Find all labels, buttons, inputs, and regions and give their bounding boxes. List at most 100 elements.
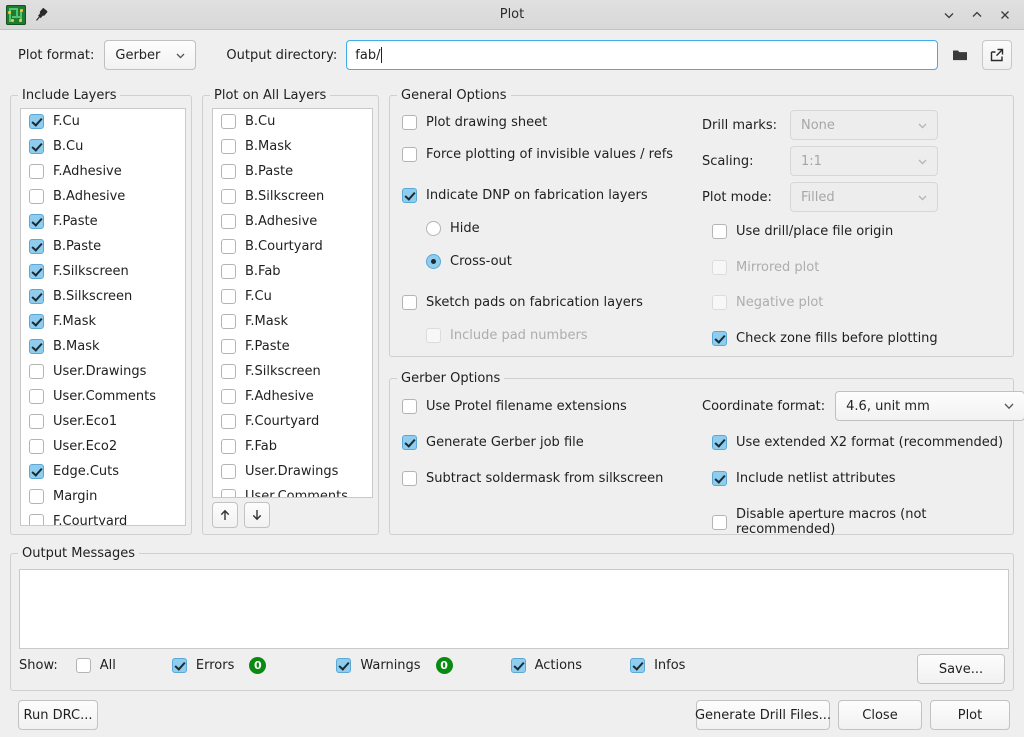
generate-drill-files-button[interactable]: Generate Drill Files... xyxy=(695,700,831,730)
include-layer-checkbox xyxy=(29,364,44,379)
message-filter-errors[interactable]: Errors 0 xyxy=(171,657,267,674)
plot-all-layer-item[interactable]: User.Drawings xyxy=(213,459,372,484)
coordinate-format-select[interactable]: 4.6, unit mm xyxy=(835,391,1024,421)
plot-format-select[interactable]: Gerber xyxy=(104,40,197,70)
include-layers-group: Include Layers F.Cu B.Cu F.Adhesive B.Adhes… xyxy=(10,88,192,535)
use-extended-x2-label: Use extended X2 format (recommended) xyxy=(736,435,1004,450)
save-messages-button[interactable]: Save... xyxy=(917,654,1005,684)
sketch-pads-label: Sketch pads on fabrication layers xyxy=(426,295,643,310)
plot-on-all-layers-group: Plot on All Layers B.Cu B.Mask B.Paste B.Si… xyxy=(202,88,379,535)
message-filter-actions[interactable]: Actions xyxy=(510,658,582,673)
include-layer-item[interactable]: F.Mask xyxy=(21,309,185,334)
plot-all-layer-item[interactable]: F.Paste xyxy=(213,334,372,359)
message-filter-infos[interactable]: Infos xyxy=(630,658,685,673)
include-layer-item[interactable]: Margin xyxy=(21,484,185,509)
plot-all-layer-item[interactable]: B.Adhesive xyxy=(213,209,372,234)
include-layer-item[interactable]: B.Cu xyxy=(21,134,185,159)
plot-all-layer-item[interactable]: F.Mask xyxy=(213,309,372,334)
dnp-crossout-label: Cross-out xyxy=(450,254,512,269)
coordinate-format-value: 4.6, unit mm xyxy=(846,398,930,414)
message-filter-warnings[interactable]: Warnings 0 xyxy=(336,657,453,674)
plot-drawing-sheet-checkbox[interactable]: Plot drawing sheet xyxy=(402,115,547,130)
minimize-button[interactable] xyxy=(936,4,962,26)
include-layer-item[interactable]: User.Eco2 xyxy=(21,434,185,459)
include-layer-item[interactable]: User.Comments xyxy=(21,384,185,409)
include-layer-item[interactable]: B.Paste xyxy=(21,234,185,259)
include-layer-item[interactable]: B.Adhesive xyxy=(21,184,185,209)
check-zone-fills-checkbox[interactable]: Check zone fills before plotting xyxy=(712,331,938,346)
include-layer-checkbox xyxy=(29,239,44,254)
include-layer-item[interactable]: B.Silkscreen xyxy=(21,284,185,309)
force-plotting-invisible-checkbox[interactable]: Force plotting of invisible values / ref… xyxy=(402,147,673,162)
include-layer-label: F.Adhesive xyxy=(53,164,122,179)
plot-all-layer-item[interactable]: B.Paste xyxy=(213,159,372,184)
include-layer-item[interactable]: User.Drawings xyxy=(21,359,185,384)
save-messages-label: Save... xyxy=(938,661,984,677)
message-filter-label: Infos xyxy=(654,658,686,673)
chevron-down-icon xyxy=(174,49,187,62)
plot-all-layer-checkbox xyxy=(221,114,236,129)
include-layers-list[interactable]: F.Cu B.Cu F.Adhesive B.Adhesive F.Paste B.Pas… xyxy=(20,108,186,526)
output-directory-input[interactable]: fab/ xyxy=(346,40,938,70)
plot-all-layer-item[interactable]: B.Cu xyxy=(213,109,372,134)
include-layer-item[interactable]: F.Silkscreen xyxy=(21,259,185,284)
include-netlist-attributes-checkbox[interactable]: Include netlist attributes xyxy=(712,471,896,486)
maximize-button[interactable] xyxy=(964,4,990,26)
indicate-dnp-checkbox[interactable]: Indicate DNP on fabrication layers xyxy=(402,188,648,203)
open-directory-button[interactable] xyxy=(982,40,1012,70)
mirrored-plot-box xyxy=(712,260,727,275)
sketch-pads-checkbox[interactable]: Sketch pads on fabrication layers xyxy=(402,295,643,310)
output-directory-label: Output directory: xyxy=(226,47,338,63)
plot-all-layer-item[interactable]: F.Cu xyxy=(213,284,372,309)
output-messages-textarea[interactable] xyxy=(19,569,1009,649)
close-button-footer[interactable]: Close xyxy=(838,700,922,730)
include-layer-checkbox xyxy=(29,439,44,454)
include-layer-item[interactable]: F.Courtyard xyxy=(21,509,185,525)
move-layer-up-button[interactable] xyxy=(212,502,238,528)
use-extended-x2-checkbox[interactable]: Use extended X2 format (recommended) xyxy=(712,435,1003,450)
run-drc-button[interactable]: Run DRC... xyxy=(18,700,98,730)
dnp-crossout-radio[interactable]: Cross-out xyxy=(426,254,512,269)
drill-marks-label: Drill marks: xyxy=(702,117,777,133)
pin-icon[interactable] xyxy=(32,6,50,24)
include-layer-item[interactable]: User.Eco1 xyxy=(21,409,185,434)
include-layer-checkbox xyxy=(29,189,44,204)
include-layer-item[interactable]: F.Paste xyxy=(21,209,185,234)
close-button[interactable] xyxy=(992,4,1018,26)
plot-all-layer-item[interactable]: F.Courtyard xyxy=(213,409,372,434)
dnp-crossout-radio-circle xyxy=(426,254,441,269)
move-layer-down-button[interactable] xyxy=(244,502,270,528)
use-protel-extensions-checkbox[interactable]: Use Protel filename extensions xyxy=(402,399,627,414)
show-label: Show: xyxy=(19,658,58,673)
plot-all-layer-item[interactable]: F.Fab xyxy=(213,434,372,459)
plot-all-layer-item[interactable]: User.Comments xyxy=(213,484,372,497)
include-layer-item[interactable]: F.Cu xyxy=(21,109,185,134)
plot-all-layer-item[interactable]: B.Courtyard xyxy=(213,234,372,259)
browse-directory-button[interactable] xyxy=(945,40,975,70)
plot-all-layer-checkbox xyxy=(221,189,236,204)
message-filter-checkbox xyxy=(171,658,187,673)
plot-all-layer-checkbox xyxy=(221,489,236,497)
include-layer-label: B.Paste xyxy=(53,239,102,254)
include-layer-item[interactable]: B.Mask xyxy=(21,334,185,359)
dnp-hide-radio[interactable]: Hide xyxy=(426,221,480,236)
message-filter-label: All xyxy=(99,658,116,673)
plot-all-layer-item[interactable]: F.Adhesive xyxy=(213,384,372,409)
subtract-soldermask-checkbox[interactable]: Subtract soldermask from silkscreen xyxy=(402,471,663,486)
plot-on-all-layers-list[interactable]: B.Cu B.Mask B.Paste B.Silkscreen B.Adhesive B… xyxy=(212,108,373,498)
disable-aperture-macros-checkbox[interactable]: Disable aperture macros (not recommended… xyxy=(712,507,1013,537)
plot-all-layer-item[interactable]: F.Silkscreen xyxy=(213,359,372,384)
drill-marks-select: None xyxy=(790,110,938,140)
use-drill-place-origin-checkbox[interactable]: Use drill/place file origin xyxy=(712,224,893,239)
plot-button[interactable]: Plot xyxy=(930,700,1010,730)
include-layer-item[interactable]: Edge.Cuts xyxy=(21,459,185,484)
plot-all-layer-item[interactable]: B.Fab xyxy=(213,259,372,284)
message-filter-all[interactable]: All xyxy=(75,658,116,673)
generate-gerber-job-file-checkbox[interactable]: Generate Gerber job file xyxy=(402,435,584,450)
plot-all-layer-item[interactable]: B.Mask xyxy=(213,134,372,159)
include-layer-item[interactable]: F.Adhesive xyxy=(21,159,185,184)
plot-on-all-layers-legend: Plot on All Layers xyxy=(210,88,331,103)
run-drc-label: Run DRC... xyxy=(23,707,93,723)
message-filter-label: Errors xyxy=(195,658,235,673)
plot-all-layer-item[interactable]: B.Silkscreen xyxy=(213,184,372,209)
